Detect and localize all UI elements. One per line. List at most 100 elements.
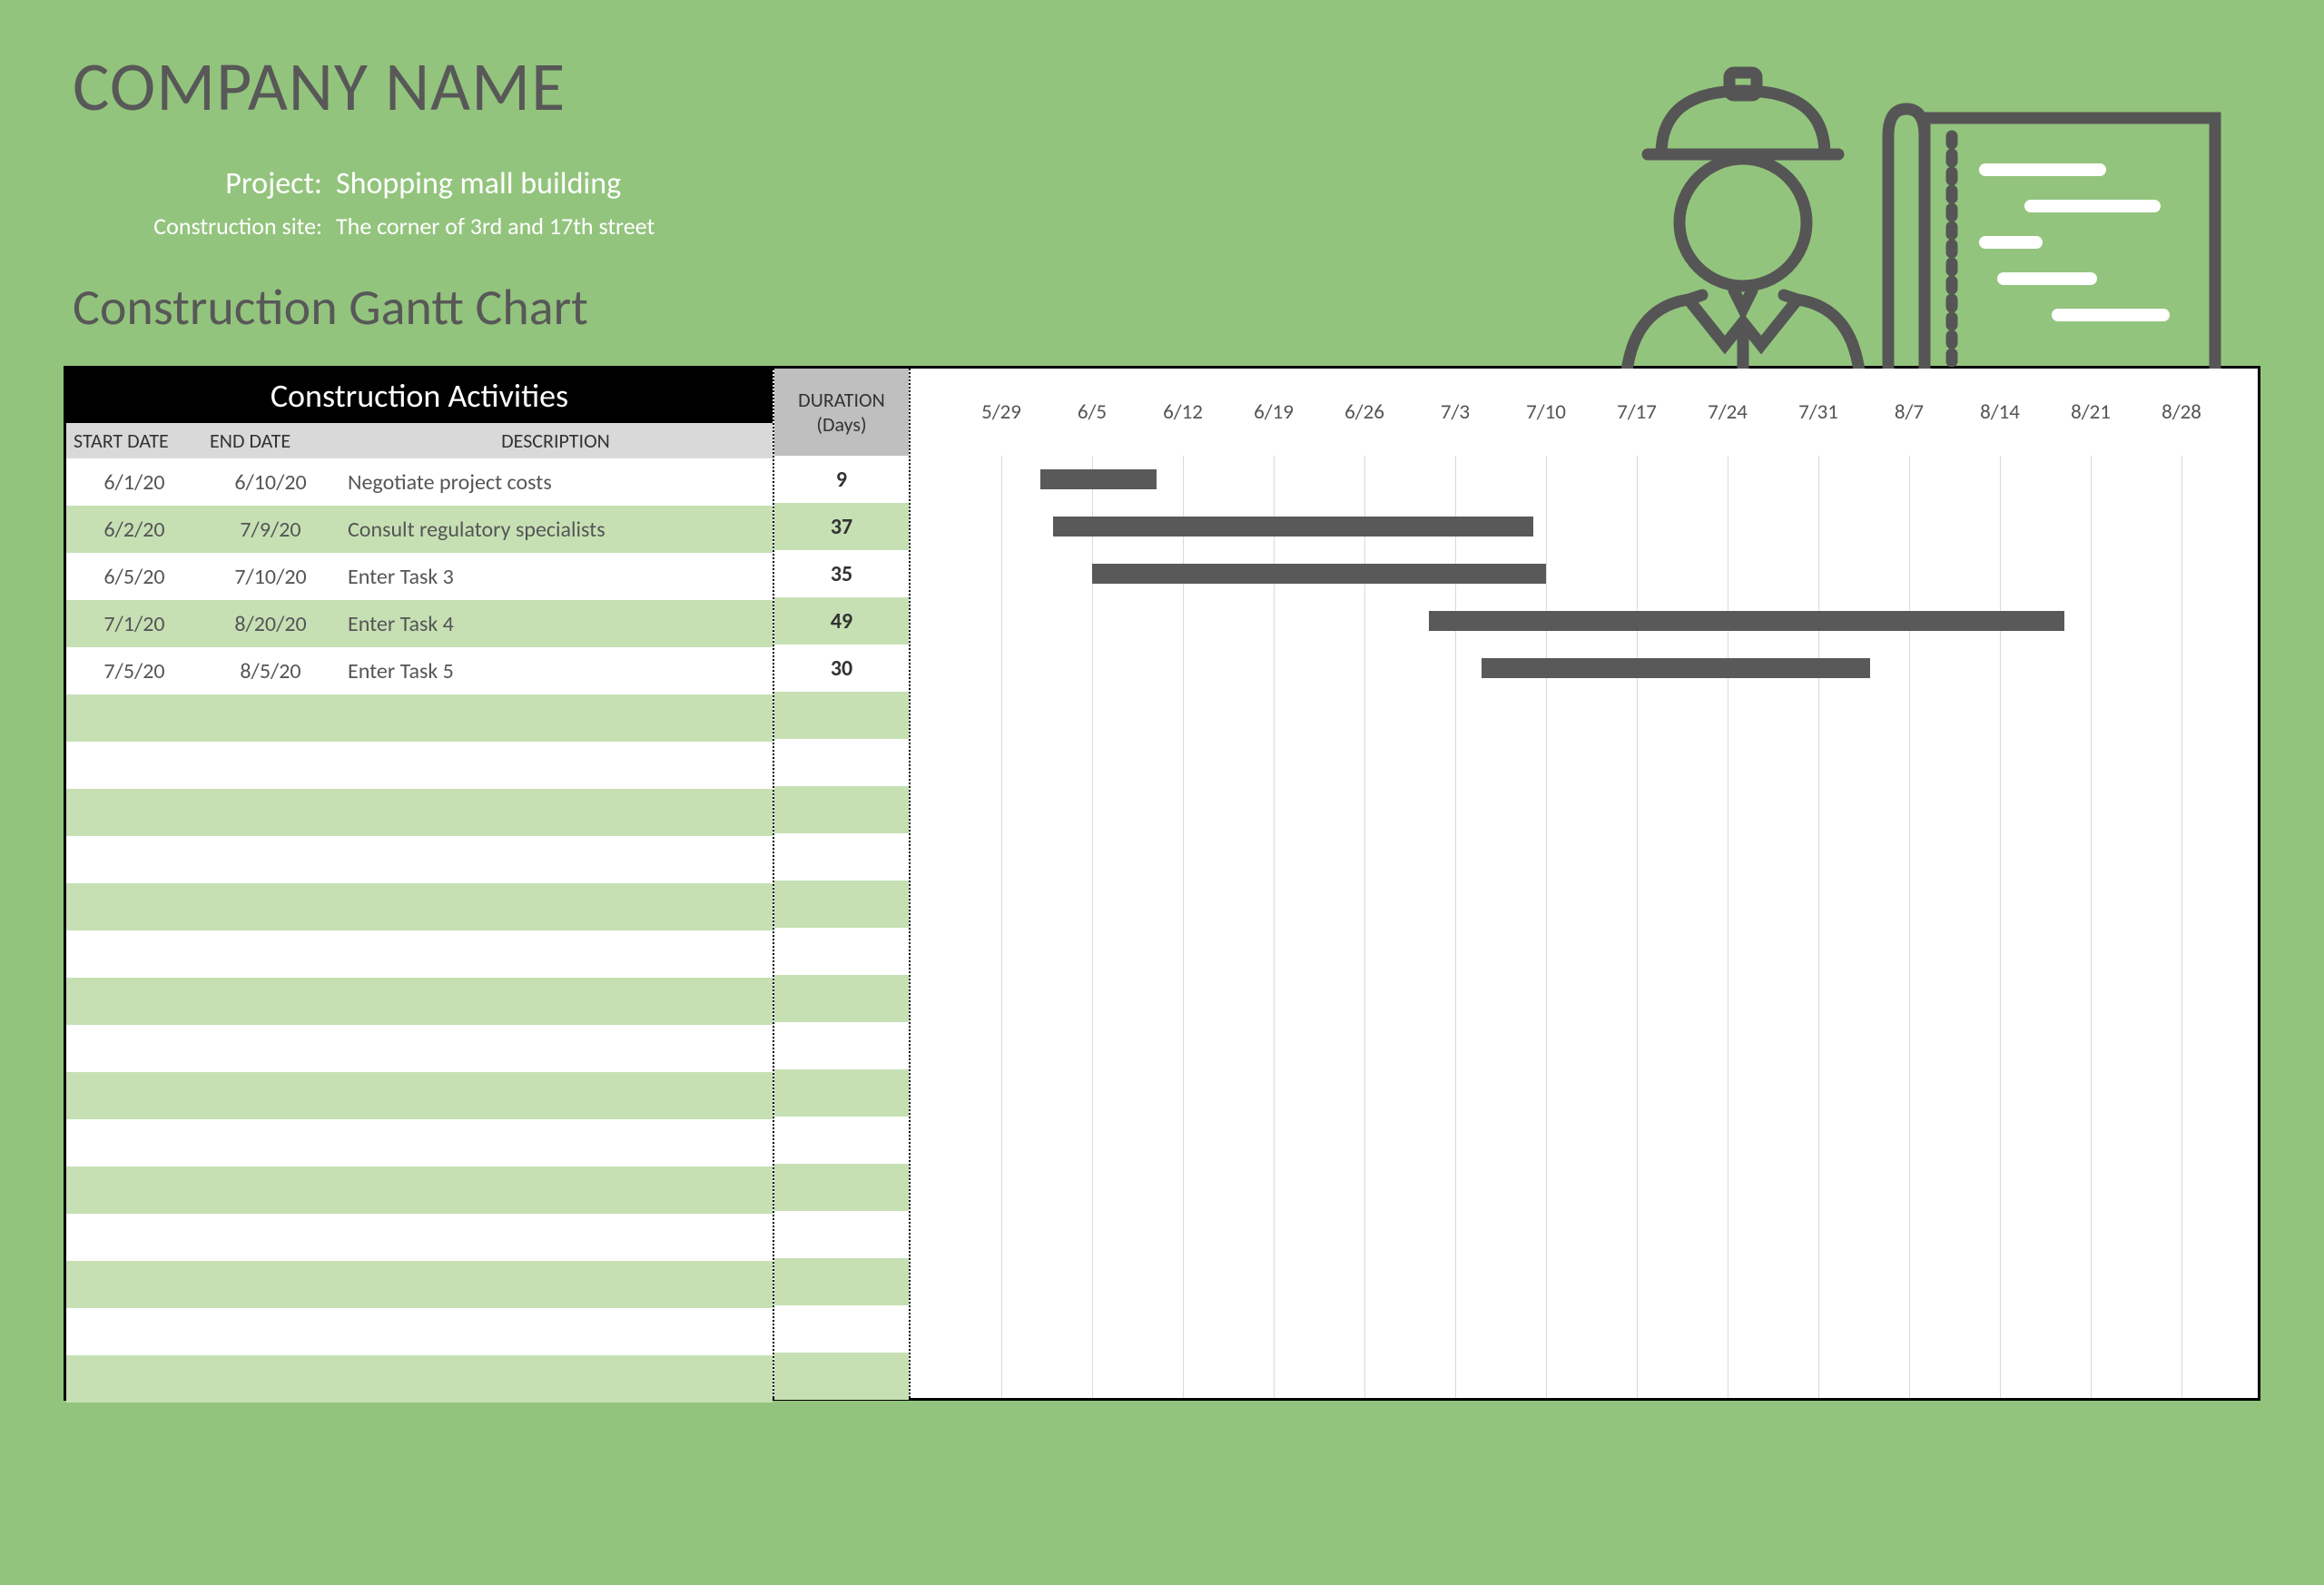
duration-cell — [774, 1353, 909, 1400]
gridline — [2181, 456, 2182, 1398]
gridline — [1092, 456, 1093, 1398]
gridline — [2000, 456, 2001, 1398]
task-start: 7/5/20 — [66, 658, 202, 684]
task-end: 6/10/20 — [202, 469, 339, 496]
duration-rows: 937354930 — [774, 456, 909, 1400]
gantt-date-label: 8/28 — [2136, 399, 2227, 425]
duration-header: DURATION (Days) — [774, 369, 909, 456]
task-row — [66, 789, 773, 836]
gridline — [1183, 456, 1184, 1398]
gantt-date-label: 7/3 — [1410, 399, 1501, 425]
task-row — [66, 836, 773, 883]
gantt-date-label: 6/26 — [1319, 399, 1410, 425]
gantt-date-label: 8/7 — [1864, 399, 1955, 425]
col-description: DESCRIPTION — [339, 423, 773, 458]
duration-cell — [774, 975, 909, 1022]
col-start-date: START DATE — [66, 423, 202, 458]
duration-cell — [774, 1117, 909, 1164]
task-description: Enter Task 4 — [339, 611, 773, 637]
duration-cell — [774, 1022, 909, 1069]
task-row: 6/2/207/9/20Consult regulatory specialis… — [66, 506, 773, 553]
site-value: The corner of 3rd and 17th street — [336, 212, 655, 241]
duration-cell — [774, 1258, 909, 1305]
gantt-body — [911, 456, 2258, 1398]
duration-cell — [774, 1305, 909, 1353]
gantt-bar — [1482, 658, 1871, 678]
duration-label2: (Days) — [778, 412, 905, 437]
task-row — [66, 930, 773, 978]
task-end: 7/10/20 — [202, 564, 339, 590]
task-rows: 6/1/206/10/20Negotiate project costs6/2/… — [66, 458, 773, 1403]
task-description: Consult regulatory specialists — [339, 517, 773, 543]
duration-cell — [774, 1211, 909, 1258]
task-row: 6/1/206/10/20Negotiate project costs — [66, 458, 773, 506]
task-start: 7/1/20 — [66, 611, 202, 637]
duration-panel: DURATION (Days) 937354930 — [774, 369, 911, 1398]
activities-subheader: START DATE END DATE DESCRIPTION — [66, 423, 773, 458]
task-end: 8/20/20 — [202, 611, 339, 637]
task-row — [66, 1355, 773, 1403]
task-description: Enter Task 3 — [339, 564, 773, 590]
gantt-bar — [1429, 611, 2064, 631]
gantt-date-label: 6/19 — [1228, 399, 1319, 425]
gridline — [1364, 456, 1365, 1398]
site-label: Construction site: — [127, 212, 336, 241]
duration-cell: 30 — [774, 645, 909, 692]
task-description: Enter Task 5 — [339, 658, 773, 684]
gantt-date-label: 6/12 — [1137, 399, 1228, 425]
col-end-date: END DATE — [202, 423, 339, 458]
gantt-date-label: 7/24 — [1682, 399, 1773, 425]
task-row — [66, 1261, 773, 1308]
task-row — [66, 1025, 773, 1072]
engineer-blueprint-icon — [1543, 54, 2233, 418]
gantt-bar — [1092, 564, 1546, 584]
task-start: 6/1/20 — [66, 469, 202, 496]
gantt-bar — [1040, 469, 1157, 489]
gantt-date-axis: 5/296/56/126/196/267/37/107/177/247/318/… — [911, 369, 2258, 456]
task-row — [66, 883, 773, 930]
duration-cell: 9 — [774, 456, 909, 503]
gridline — [1818, 456, 1819, 1398]
duration-cell: 49 — [774, 597, 909, 645]
gantt-bar — [1053, 517, 1533, 537]
activities-header: Construction Activities — [66, 369, 773, 423]
task-row: 7/5/208/5/20Enter Task 5 — [66, 647, 773, 694]
project-label: Project: — [127, 165, 336, 202]
gantt-date-label: 5/29 — [956, 399, 1047, 425]
gantt-chart-container: Construction Activities START DATE END D… — [64, 366, 2260, 1401]
project-value: Shopping mall building — [336, 165, 621, 202]
gantt-panel: 5/296/56/126/196/267/37/107/177/247/318/… — [911, 369, 2258, 1398]
activities-panel: Construction Activities START DATE END D… — [66, 369, 774, 1398]
gridline — [2091, 456, 2092, 1398]
gantt-date-label: 8/14 — [1955, 399, 2045, 425]
task-start: 6/5/20 — [66, 564, 202, 590]
duration-cell — [774, 833, 909, 881]
duration-cell — [774, 881, 909, 928]
task-start: 6/2/20 — [66, 517, 202, 543]
task-row — [66, 1167, 773, 1214]
gantt-date-label: 6/5 — [1047, 399, 1137, 425]
gantt-date-label: 8/21 — [2045, 399, 2136, 425]
gridline — [1274, 456, 1275, 1398]
task-end: 7/9/20 — [202, 517, 339, 543]
duration-cell — [774, 928, 909, 975]
task-row — [66, 978, 773, 1025]
task-row — [66, 1214, 773, 1261]
duration-cell: 37 — [774, 503, 909, 550]
duration-cell — [774, 739, 909, 786]
task-row: 7/1/208/20/20Enter Task 4 — [66, 600, 773, 647]
duration-cell: 35 — [774, 550, 909, 597]
task-row — [66, 1308, 773, 1355]
task-row — [66, 1072, 773, 1119]
gantt-date-label: 7/31 — [1773, 399, 1864, 425]
duration-cell — [774, 1164, 909, 1211]
gantt-date-label: 7/17 — [1591, 399, 1682, 425]
task-row — [66, 694, 773, 742]
duration-cell — [774, 1069, 909, 1117]
task-row — [66, 1119, 773, 1167]
duration-label1: DURATION — [778, 388, 905, 412]
duration-cell — [774, 786, 909, 833]
gridline — [1546, 456, 1547, 1398]
gridline — [1001, 456, 1002, 1398]
duration-cell — [774, 692, 909, 739]
